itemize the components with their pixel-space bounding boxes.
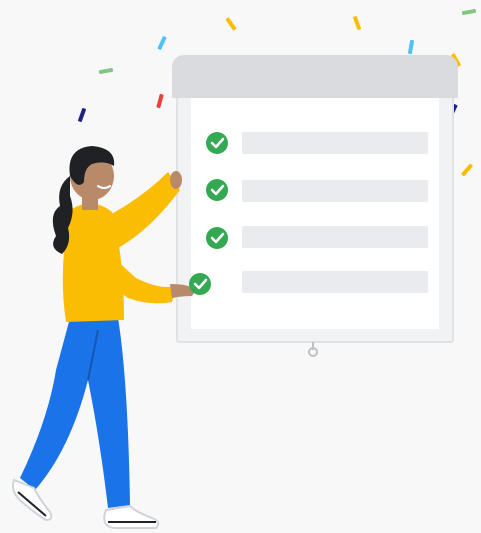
illustration-stage xyxy=(0,0,481,533)
board-icon xyxy=(172,55,458,357)
check-icon xyxy=(189,273,211,295)
check-icon xyxy=(206,179,228,201)
check-icon xyxy=(206,132,228,154)
checklist-row xyxy=(242,271,428,293)
checklist-celebration-illustration xyxy=(12,8,477,529)
check-icon xyxy=(206,227,228,249)
